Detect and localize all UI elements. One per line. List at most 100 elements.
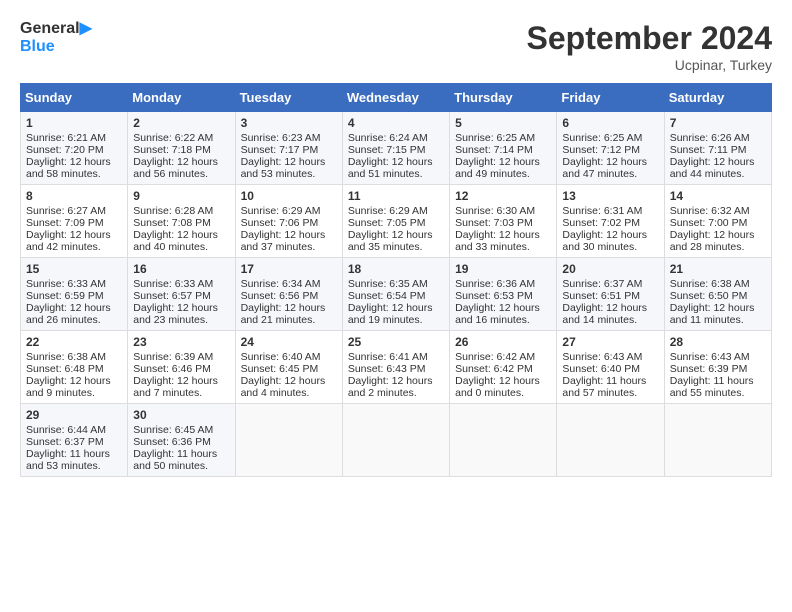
day-number: 15 xyxy=(26,262,122,276)
day-number: 20 xyxy=(562,262,658,276)
calendar-cell: 1Sunrise: 6:21 AMSunset: 7:20 PMDaylight… xyxy=(21,112,128,185)
daylight-text: Daylight: 12 hours and 33 minutes. xyxy=(455,229,540,253)
daylight-text: Daylight: 11 hours and 53 minutes. xyxy=(26,448,110,472)
day-number: 8 xyxy=(26,189,122,203)
sunrise-text: Sunrise: 6:36 AM xyxy=(455,278,535,290)
sunset-text: Sunset: 7:02 PM xyxy=(562,217,640,229)
sunset-text: Sunset: 7:06 PM xyxy=(241,217,319,229)
sunset-text: Sunset: 6:42 PM xyxy=(455,363,533,375)
header-row: Sunday Monday Tuesday Wednesday Thursday… xyxy=(21,84,772,112)
daylight-text: Daylight: 12 hours and 11 minutes. xyxy=(670,302,755,326)
sunset-text: Sunset: 6:50 PM xyxy=(670,290,748,302)
calendar-cell: 21Sunrise: 6:38 AMSunset: 6:50 PMDayligh… xyxy=(664,258,771,331)
sunrise-text: Sunrise: 6:29 AM xyxy=(348,205,428,217)
daylight-text: Daylight: 12 hours and 58 minutes. xyxy=(26,156,111,180)
sunset-text: Sunset: 6:43 PM xyxy=(348,363,426,375)
logo-text: General▶ Blue xyxy=(20,20,92,55)
calendar-cell: 2Sunrise: 6:22 AMSunset: 7:18 PMDaylight… xyxy=(128,112,235,185)
sunrise-text: Sunrise: 6:21 AM xyxy=(26,132,106,144)
daylight-text: Daylight: 12 hours and 0 minutes. xyxy=(455,375,540,399)
calendar-cell: 7Sunrise: 6:26 AMSunset: 7:11 PMDaylight… xyxy=(664,112,771,185)
day-number: 27 xyxy=(562,335,658,349)
day-number: 25 xyxy=(348,335,444,349)
sunset-text: Sunset: 7:15 PM xyxy=(348,144,426,156)
sunset-text: Sunset: 7:11 PM xyxy=(670,144,747,156)
sunrise-text: Sunrise: 6:23 AM xyxy=(241,132,321,144)
sunrise-text: Sunrise: 6:41 AM xyxy=(348,351,428,363)
day-number: 3 xyxy=(241,116,337,130)
calendar-cell xyxy=(664,404,771,477)
sunrise-text: Sunrise: 6:25 AM xyxy=(455,132,535,144)
sunset-text: Sunset: 7:17 PM xyxy=(241,144,319,156)
sunset-text: Sunset: 6:48 PM xyxy=(26,363,104,375)
daylight-text: Daylight: 12 hours and 19 minutes. xyxy=(348,302,433,326)
calendar-cell: 16Sunrise: 6:33 AMSunset: 6:57 PMDayligh… xyxy=(128,258,235,331)
daylight-text: Daylight: 12 hours and 28 minutes. xyxy=(670,229,755,253)
sunrise-text: Sunrise: 6:25 AM xyxy=(562,132,642,144)
daylight-text: Daylight: 12 hours and 51 minutes. xyxy=(348,156,433,180)
sunrise-text: Sunrise: 6:43 AM xyxy=(670,351,750,363)
sunrise-text: Sunrise: 6:29 AM xyxy=(241,205,321,217)
daylight-text: Daylight: 12 hours and 21 minutes. xyxy=(241,302,326,326)
col-saturday: Saturday xyxy=(664,84,771,112)
day-number: 14 xyxy=(670,189,766,203)
daylight-text: Daylight: 12 hours and 26 minutes. xyxy=(26,302,111,326)
sunset-text: Sunset: 7:00 PM xyxy=(670,217,748,229)
sunset-text: Sunset: 6:51 PM xyxy=(562,290,640,302)
col-thursday: Thursday xyxy=(450,84,557,112)
calendar-cell: 24Sunrise: 6:40 AMSunset: 6:45 PMDayligh… xyxy=(235,331,342,404)
calendar-cell xyxy=(450,404,557,477)
sunrise-text: Sunrise: 6:22 AM xyxy=(133,132,213,144)
calendar-cell xyxy=(557,404,664,477)
daylight-text: Daylight: 11 hours and 55 minutes. xyxy=(670,375,754,399)
sunset-text: Sunset: 6:54 PM xyxy=(348,290,426,302)
calendar-cell: 22Sunrise: 6:38 AMSunset: 6:48 PMDayligh… xyxy=(21,331,128,404)
calendar-cell xyxy=(342,404,449,477)
sunset-text: Sunset: 6:40 PM xyxy=(562,363,640,375)
calendar-cell: 27 Sunrise: 6:43 AMSunset: 6:40 PMDayligh… xyxy=(557,331,664,404)
sunset-text: Sunset: 6:45 PM xyxy=(241,363,319,375)
sunrise-text: Sunrise: 6:45 AM xyxy=(133,424,213,436)
col-friday: Friday xyxy=(557,84,664,112)
sunset-text: Sunset: 7:14 PM xyxy=(455,144,533,156)
sunset-text: Sunset: 6:59 PM xyxy=(26,290,104,302)
day-number: 12 xyxy=(455,189,551,203)
sunset-text: Sunset: 7:12 PM xyxy=(562,144,640,156)
sunrise-text: Sunrise: 6:37 AM xyxy=(562,278,642,290)
sunset-text: Sunset: 7:03 PM xyxy=(455,217,533,229)
calendar-cell: 23Sunrise: 6:39 AMSunset: 6:46 PMDayligh… xyxy=(128,331,235,404)
calendar-cell: 19Sunrise: 6:36 AMSunset: 6:53 PMDayligh… xyxy=(450,258,557,331)
sunrise-text: Sunrise: 6:32 AM xyxy=(670,205,750,217)
sunrise-text: Sunrise: 6:24 AM xyxy=(348,132,428,144)
daylight-text: Daylight: 11 hours and 57 minutes. xyxy=(562,375,646,399)
day-number: 18 xyxy=(348,262,444,276)
day-number: 28 xyxy=(670,335,766,349)
calendar-cell: 6Sunrise: 6:25 AMSunset: 7:12 PMDaylight… xyxy=(557,112,664,185)
daylight-text: Daylight: 12 hours and 14 minutes. xyxy=(562,302,647,326)
day-number: 5 xyxy=(455,116,551,130)
daylight-text: Daylight: 12 hours and 4 minutes. xyxy=(241,375,326,399)
day-number: 29 xyxy=(26,408,122,422)
calendar-cell: 29Sunrise: 6:44 AMSunset: 6:37 PMDayligh… xyxy=(21,404,128,477)
daylight-text: Daylight: 12 hours and 56 minutes. xyxy=(133,156,218,180)
calendar-cell: 20 Sunrise: 6:37 AMSunset: 6:51 PMDayligh… xyxy=(557,258,664,331)
col-wednesday: Wednesday xyxy=(342,84,449,112)
calendar-cell: 17Sunrise: 6:34 AMSunset: 6:56 PMDayligh… xyxy=(235,258,342,331)
daylight-text: Daylight: 12 hours and 9 minutes. xyxy=(26,375,111,399)
daylight-text: Daylight: 12 hours and 37 minutes. xyxy=(241,229,326,253)
calendar-cell: 26Sunrise: 6:42 AMSunset: 6:42 PMDayligh… xyxy=(450,331,557,404)
day-number: 13 xyxy=(562,189,658,203)
sunrise-text: Sunrise: 6:27 AM xyxy=(26,205,106,217)
location-subtitle: Ucpinar, Turkey xyxy=(527,57,772,73)
title-block: September 2024 Ucpinar, Turkey xyxy=(527,20,772,73)
calendar-cell: 3Sunrise: 6:23 AMSunset: 7:17 PMDaylight… xyxy=(235,112,342,185)
calendar-cell: 14 Sunrise: 6:32 AMSunset: 7:00 PMDayligh… xyxy=(664,185,771,258)
daylight-text: Daylight: 12 hours and 49 minutes. xyxy=(455,156,540,180)
sunrise-text: Sunrise: 6:43 AM xyxy=(562,351,642,363)
day-number: 22 xyxy=(26,335,122,349)
sunset-text: Sunset: 6:46 PM xyxy=(133,363,211,375)
sunset-text: Sunset: 6:53 PM xyxy=(455,290,533,302)
logo: General▶ Blue xyxy=(20,20,92,55)
calendar-cell: 12Sunrise: 6:30 AMSunset: 7:03 PMDayligh… xyxy=(450,185,557,258)
month-title: September 2024 xyxy=(527,20,772,57)
